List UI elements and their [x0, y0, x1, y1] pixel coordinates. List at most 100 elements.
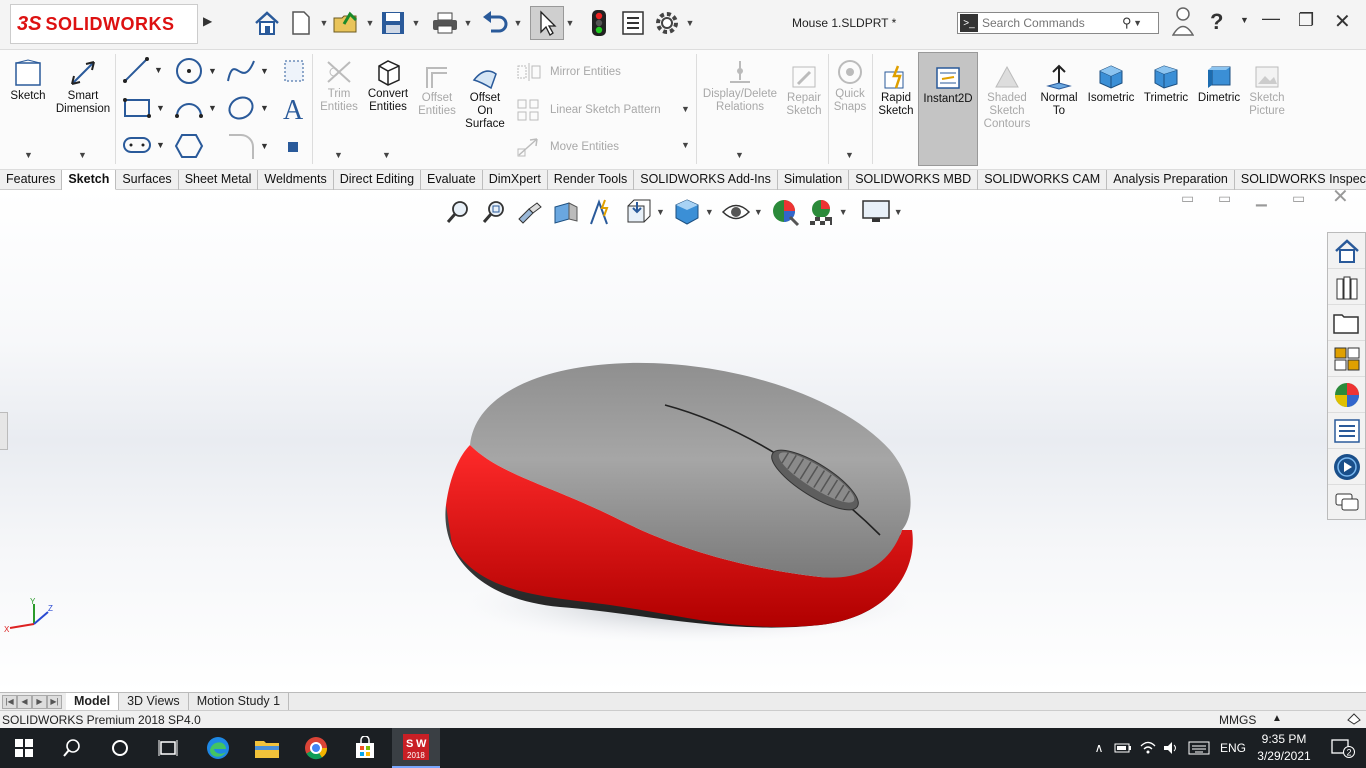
graphics-area[interactable]: ▼ ▼ ▼ ▼ ▼ ▭ ▭ ▁ ▭ ✕ Y X Z — [0, 190, 1366, 692]
view-orientation-caret-icon[interactable]: ▼ — [656, 207, 665, 217]
relations-dropdown-caret-icon[interactable]: ▼ — [735, 150, 744, 160]
user-account-icon[interactable] — [1171, 6, 1195, 41]
smart-dimension-button[interactable]: Smart Dimension — [52, 58, 114, 116]
ellipse-dropdown-caret-icon[interactable]: ▼ — [260, 103, 269, 113]
view-settings-monitor-icon[interactable] — [858, 198, 894, 226]
tab-weldments[interactable]: Weldments — [258, 170, 334, 190]
restore-icon[interactable]: ❐ — [1298, 10, 1314, 31]
help-icon[interactable]: ? — [1210, 9, 1223, 35]
spline-tool[interactable]: ▼ — [226, 56, 269, 86]
ellipse-tool[interactable]: ▼ — [226, 94, 269, 122]
solidworks-taskbar-app[interactable]: S W 2018 — [392, 728, 440, 768]
viewport-minimize-icon[interactable]: ▭ — [1181, 190, 1194, 207]
tab-solidworks-inspection[interactable]: SOLIDWORKS Inspection — [1235, 170, 1366, 190]
save-icon[interactable] — [376, 6, 410, 40]
smart-dimension-dropdown-caret-icon[interactable]: ▼ — [78, 150, 87, 160]
taskbar-search-icon[interactable] — [48, 728, 96, 768]
line-dropdown-caret-icon[interactable]: ▼ — [154, 65, 163, 75]
feature-manager-collapse-handle[interactable] — [0, 412, 8, 450]
fillet-dropdown-caret-icon[interactable]: ▼ — [260, 141, 269, 151]
search-icon[interactable]: ⚲ — [1122, 15, 1132, 31]
options-gear-icon[interactable] — [650, 6, 684, 40]
viewport-tile-icon[interactable]: ▭ — [1218, 190, 1231, 207]
undo-dropdown-caret-icon[interactable]: ▼ — [512, 18, 524, 28]
file-properties-icon[interactable] — [616, 6, 650, 40]
convert-dropdown-caret-icon[interactable]: ▼ — [382, 150, 391, 160]
select-dropdown-caret-icon[interactable]: ▼ — [564, 18, 576, 28]
dynamic-annotation-views-icon[interactable] — [584, 198, 620, 226]
mouse-3d-model[interactable] — [440, 355, 920, 645]
circle-tool[interactable]: ▼ — [174, 56, 217, 86]
solidworks-forum-icon[interactable] — [1328, 449, 1365, 485]
apply-scene-icon[interactable] — [803, 198, 839, 226]
display-style-caret-icon[interactable]: ▼ — [705, 207, 714, 217]
undo-icon[interactable] — [478, 6, 512, 40]
bottom-tab-motion-study-1[interactable]: Motion Study 1 — [189, 693, 290, 710]
rectangle-dropdown-caret-icon[interactable]: ▼ — [156, 103, 165, 113]
offset-entities-button[interactable]: Offset Entities — [414, 64, 460, 118]
quick-tips-icon[interactable] — [1346, 712, 1362, 729]
rebuild-traffic-light-icon[interactable] — [582, 6, 616, 40]
text-tool[interactable]: A — [280, 94, 308, 122]
shaded-sketch-contours-button[interactable]: Shaded Sketch Contours — [980, 64, 1034, 131]
rapid-sketch-button[interactable]: Rapid Sketch — [874, 64, 918, 118]
spline-dropdown-caret-icon[interactable]: ▼ — [260, 66, 269, 76]
bottom-tab-3d-views[interactable]: 3D Views — [119, 693, 189, 710]
tab-solidworks-cam[interactable]: SOLIDWORKS CAM — [978, 170, 1108, 190]
apply-scene-caret-icon[interactable]: ▼ — [839, 207, 848, 217]
quick-snaps-button[interactable]: Quick Snaps — [830, 58, 870, 114]
slot-tool[interactable]: ▼ — [122, 134, 165, 156]
solidworks-resources-icon[interactable] — [1328, 233, 1365, 269]
offset-on-surface-button[interactable]: Offset On Surface — [462, 64, 508, 131]
arc-dropdown-caret-icon[interactable]: ▼ — [208, 103, 217, 113]
view-orientation-icon[interactable] — [620, 198, 656, 226]
display-delete-relations-button[interactable]: Display/Delete Relations — [700, 58, 780, 114]
help-dropdown-caret-icon[interactable]: ▼ — [1240, 15, 1249, 25]
trimetric-button[interactable]: Trimetric — [1140, 64, 1192, 105]
unit-system[interactable]: MMGS — [1219, 713, 1256, 727]
unit-system-caret-icon[interactable]: ▲ — [1272, 713, 1282, 724]
slot-dropdown-caret-icon[interactable]: ▼ — [156, 140, 165, 150]
view-settings-caret-icon[interactable]: ▼ — [894, 207, 903, 217]
viewport-maximize-icon[interactable]: ▭ — [1292, 190, 1305, 207]
arc-tool[interactable]: ▼ — [174, 94, 217, 122]
display-style-icon[interactable] — [669, 198, 705, 226]
tab-direct-editing[interactable]: Direct Editing — [334, 170, 422, 190]
chrome-browser-icon[interactable] — [292, 728, 340, 768]
quick-snaps-dropdown-caret-icon[interactable]: ▼ — [845, 150, 854, 160]
sketch-picture-button[interactable]: Sketch Picture — [1246, 64, 1288, 118]
circle-dropdown-caret-icon[interactable]: ▼ — [208, 66, 217, 76]
viewport-close-icon[interactable]: ✕ — [1332, 190, 1349, 209]
first-tab-icon[interactable]: |◀ — [2, 694, 17, 709]
next-tab-icon[interactable]: ▶ — [32, 694, 47, 709]
hide-show-items-icon[interactable] — [718, 198, 754, 226]
view-palette-icon[interactable] — [1328, 341, 1365, 377]
keyboard-icon[interactable] — [1188, 741, 1210, 755]
move-dropdown-caret-icon[interactable]: ▼ — [681, 140, 690, 150]
polygon-tool[interactable] — [174, 132, 204, 160]
previous-view-icon[interactable] — [512, 198, 548, 226]
menu-expand-arrow-icon[interactable]: ▶ — [203, 14, 212, 28]
mirror-entities-button[interactable]: Mirror Entities — [516, 62, 621, 82]
file-explorer-taskbar-icon[interactable] — [243, 728, 291, 768]
trim-entities-button[interactable]: Trim Entities — [316, 58, 362, 114]
viewport-restore-icon[interactable]: ▁ — [1256, 190, 1267, 207]
action-center-icon[interactable]: 2 — [1318, 728, 1366, 768]
close-icon[interactable]: ✕ — [1334, 9, 1351, 34]
instant2d-button[interactable]: Instant2D — [918, 52, 978, 166]
trim-dropdown-caret-icon[interactable]: ▼ — [334, 150, 343, 160]
tab-sketch[interactable]: Sketch — [62, 170, 117, 190]
cortana-icon[interactable] — [96, 728, 144, 768]
custom-properties-icon[interactable] — [1328, 413, 1365, 449]
volume-icon[interactable] — [1162, 741, 1180, 755]
open-dropdown-caret-icon[interactable]: ▼ — [364, 18, 376, 28]
design-library-icon[interactable] — [1328, 269, 1365, 305]
point-tool[interactable] — [286, 140, 300, 154]
line-tool[interactable]: ▼ — [122, 56, 163, 84]
tab-analysis-preparation[interactable]: Analysis Preparation — [1107, 170, 1235, 190]
search-dropdown-caret-icon[interactable]: ▼ — [1132, 18, 1144, 28]
convert-entities-button[interactable]: Convert Entities — [364, 58, 412, 114]
tab-render-tools[interactable]: Render Tools — [548, 170, 635, 190]
hide-show-caret-icon[interactable]: ▼ — [754, 207, 763, 217]
tab-solidworks-add-ins[interactable]: SOLIDWORKS Add-Ins — [634, 170, 778, 190]
